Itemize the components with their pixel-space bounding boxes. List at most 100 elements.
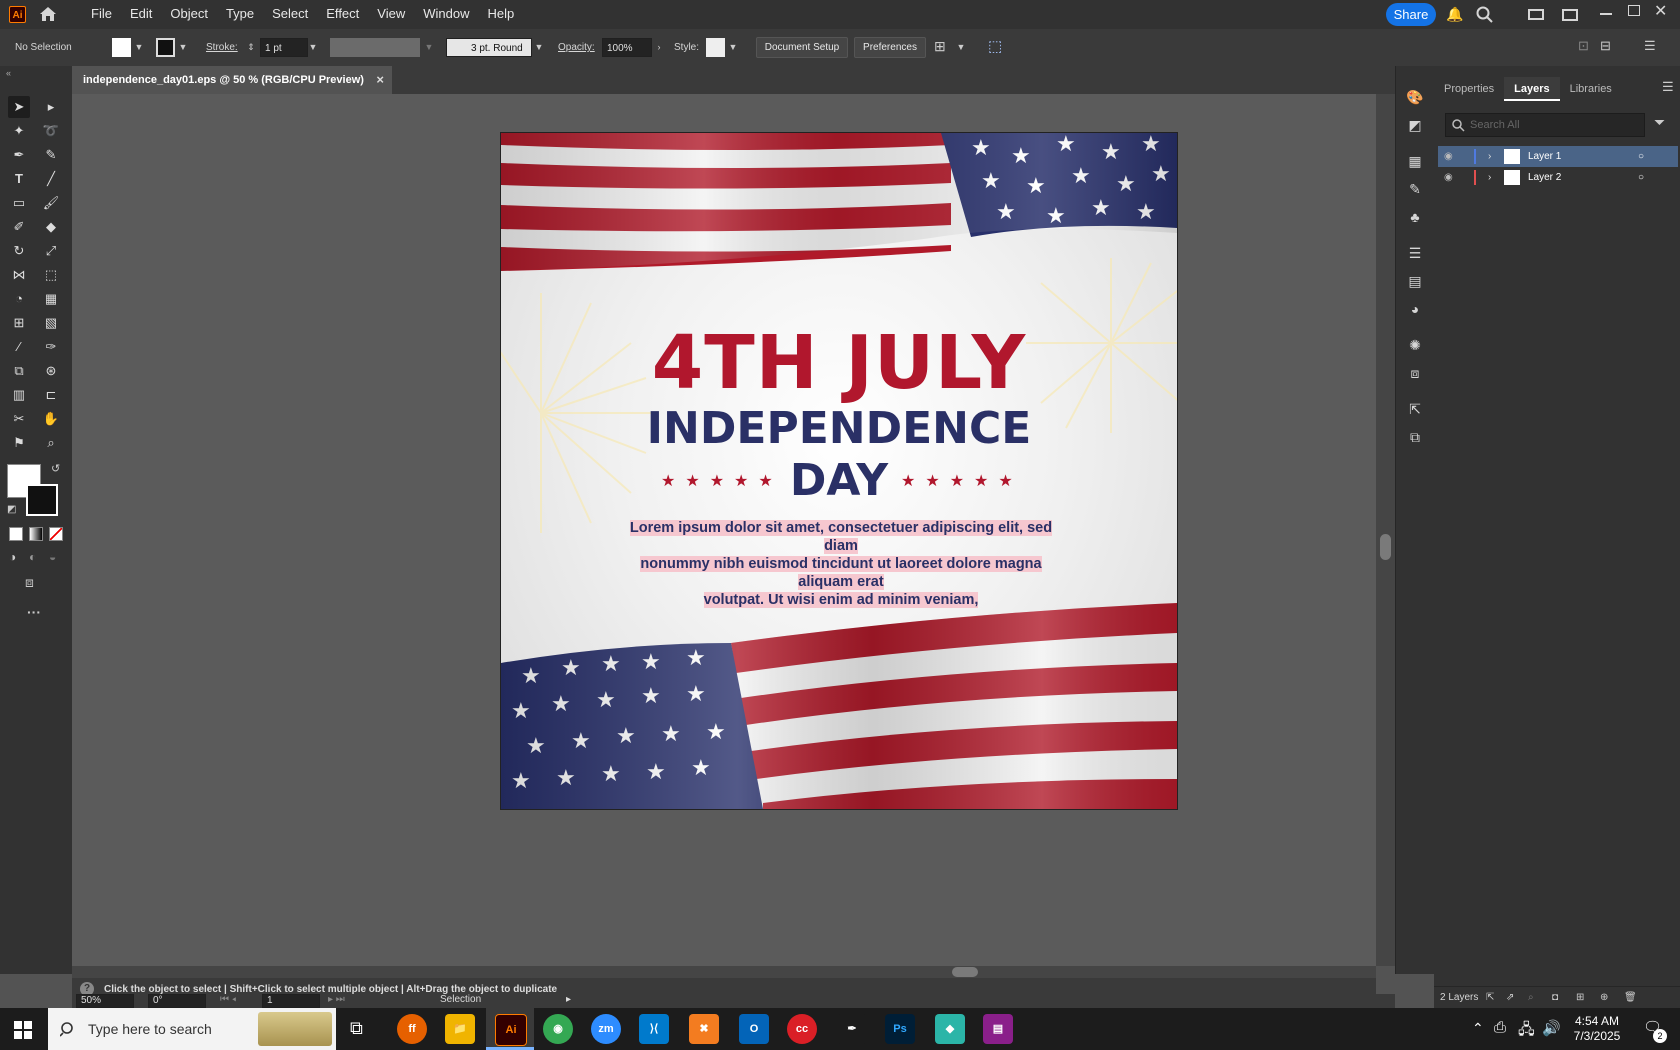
restore-icon[interactable] (1628, 5, 1640, 16)
workspace-icon[interactable] (1562, 9, 1578, 21)
volume-icon[interactable]: 🔊 (1542, 1019, 1561, 1037)
share-button[interactable]: Share (1386, 3, 1436, 26)
menu-object[interactable]: Object (161, 0, 217, 29)
headline-text[interactable]: 4TH JULY (501, 323, 1177, 403)
chevron-down-icon[interactable]: ▼ (134, 38, 144, 57)
zoom-app-icon[interactable]: zm (591, 1014, 621, 1044)
chevron-down-icon[interactable]: ▼ (956, 38, 966, 57)
network-icon[interactable]: 🖧 (1518, 1019, 1535, 1044)
system-clock[interactable]: 4:54 AM 7/3/2025 (1562, 1014, 1632, 1044)
preferences-button[interactable]: Preferences (854, 37, 926, 58)
target-icon[interactable]: ○ (1638, 167, 1644, 188)
paintbrush-tool-icon[interactable]: 🖌 (40, 192, 62, 214)
photoshop-icon[interactable]: Ps (885, 1014, 915, 1044)
minimize-icon[interactable] (1600, 13, 1612, 15)
vertical-scroll-thumb[interactable] (1380, 534, 1391, 560)
vscode-icon[interactable]: ⟩⟨ (639, 1014, 669, 1044)
chevron-right-icon[interactable]: › (1488, 167, 1491, 188)
zoom-field[interactable]: 50% (76, 994, 134, 1008)
subtitle-independence[interactable]: INDEPENDENCE (501, 403, 1177, 455)
close-icon[interactable]: × (376, 66, 384, 94)
eraser-tool-icon[interactable]: ◆ (40, 216, 62, 238)
creative-cloud-icon[interactable]: cc (787, 1014, 817, 1044)
xampp-icon[interactable]: ✖ (689, 1014, 719, 1044)
body-text[interactable]: Lorem ipsum dolor sit amet, consectetuer… (621, 519, 1061, 609)
locate-object-icon[interactable]: ⌕ (1528, 987, 1534, 1009)
chevron-right-icon[interactable]: › (654, 38, 664, 57)
menu-edit[interactable]: Edit (121, 0, 161, 29)
canvas-area[interactable]: ★★★★★ ★★★★★ ★★★★ 4TH JULY I (72, 94, 1376, 966)
shaper-tool-icon[interactable]: ✐ (8, 216, 30, 238)
menu-window[interactable]: Window (414, 0, 478, 29)
appearance-icon[interactable]: ✺ (1404, 334, 1426, 356)
menu-view[interactable]: View (368, 0, 414, 29)
layer-row-1[interactable]: ◉ › Layer 1 ○ (1438, 146, 1678, 167)
stroke-color-box[interactable] (26, 484, 58, 516)
visibility-eye-icon[interactable]: ◉ (1444, 146, 1453, 167)
mesh-tool-icon[interactable]: ⊞ (8, 312, 30, 334)
measure-tool-icon[interactable]: ✑ (40, 336, 62, 358)
curvature-tool-icon[interactable]: ✎ (40, 144, 62, 166)
task-view-icon[interactable]: ⧉ (350, 1018, 363, 1039)
tab-layers[interactable]: Layers (1504, 77, 1560, 101)
stroke-weight-field[interactable]: 1 pt (260, 38, 308, 57)
menu-help[interactable]: Help (478, 0, 523, 29)
scale-tool-icon[interactable]: ⤢ (40, 240, 62, 262)
recolor-icon[interactable]: ⬚ (988, 37, 1002, 55)
windows-start-icon[interactable] (14, 1021, 32, 1039)
horizontal-scrollbar[interactable] (72, 966, 1376, 978)
firefox-icon[interactable]: ff (397, 1014, 427, 1044)
illustrator-taskbar-icon[interactable]: Ai (495, 1014, 527, 1046)
document-setup-button[interactable]: Document Setup (756, 37, 848, 58)
eyedropper-tool-icon[interactable]: ⁄ (8, 336, 30, 358)
tab-properties[interactable]: Properties (1434, 77, 1504, 101)
layer-row-2[interactable]: ◉ › Layer 2 ○ (1438, 167, 1678, 188)
chevron-up-icon[interactable]: ⌃ (1472, 1020, 1484, 1037)
line-tool-icon[interactable]: ╱ (40, 168, 62, 190)
menu-type[interactable]: Type (217, 0, 263, 29)
opacity-field[interactable]: 100% (602, 38, 652, 57)
rectangle-tool-icon[interactable]: ▭ (8, 192, 30, 214)
align-icon[interactable]: ⊞ (934, 38, 946, 55)
chevron-down-icon[interactable]: ▼ (728, 38, 738, 57)
clipping-mask-icon[interactable]: ◘ (1552, 987, 1558, 1009)
menu-file[interactable]: File (82, 0, 121, 29)
graphic-style-swatch[interactable] (706, 38, 725, 57)
visibility-eye-icon[interactable]: ◉ (1444, 167, 1453, 188)
color-mode-icon[interactable] (9, 527, 23, 541)
chrome-icon[interactable]: ◉ (543, 1014, 573, 1044)
gradient-mode-icon[interactable] (29, 527, 43, 541)
graphic-styles-icon[interactable]: ⧈ (1404, 362, 1426, 384)
swatches-icon[interactable]: ▦ (1404, 150, 1426, 172)
app-icon[interactable]: ◆ (935, 1014, 965, 1044)
outlook-icon[interactable]: O (739, 1014, 769, 1044)
chevron-down-icon[interactable]: ▼ (534, 38, 544, 57)
artboard-field[interactable]: 1 (262, 994, 320, 1008)
transparency-icon[interactable]: ◕ (1404, 298, 1426, 320)
chevron-down-icon[interactable]: ▼ (424, 38, 434, 57)
screen-mode-icon[interactable]: ⧈ (25, 574, 34, 591)
draw-normal-icon[interactable]: ◑ (9, 550, 16, 564)
type-tool-icon[interactable]: T (8, 168, 30, 190)
search-icon[interactable] (1476, 6, 1494, 24)
close-window-icon[interactable]: ✕ (1654, 1, 1667, 21)
artboards-icon[interactable]: ⧉ (1404, 426, 1426, 448)
document-tab[interactable]: independence_day01.eps @ 50 % (RGB/CPU P… (72, 66, 392, 94)
none-mode-icon[interactable] (49, 527, 63, 541)
graph-tool-icon[interactable]: ▥ (8, 384, 30, 406)
symbols-icon[interactable]: ♣ (1404, 206, 1426, 228)
panel-menu-icon[interactable]: ☰ (1662, 79, 1674, 95)
arrange-documents-icon[interactable] (1528, 9, 1544, 20)
lasso-tool-icon[interactable]: ➰ (40, 120, 62, 142)
artboard[interactable]: ★★★★★ ★★★★★ ★★★★ 4TH JULY I (500, 132, 1178, 810)
fill-swatch[interactable] (112, 38, 131, 57)
blend-tool-icon[interactable]: ⧉ (8, 360, 30, 382)
pen-tool-icon[interactable]: ✒ (8, 144, 30, 166)
pen-app-icon[interactable]: ✒ (837, 1014, 867, 1044)
filter-icon[interactable]: ⏷ (1654, 114, 1665, 131)
magic-wand-tool-icon[interactable]: ✦ (8, 120, 30, 142)
target-icon[interactable]: ○ (1638, 146, 1644, 167)
transform-icon[interactable]: ⊡ (1578, 38, 1589, 54)
first-artboard-icon[interactable]: ⏮ ◂ (220, 994, 236, 1005)
collect-export-icon[interactable]: ⇱ (1486, 987, 1494, 1009)
